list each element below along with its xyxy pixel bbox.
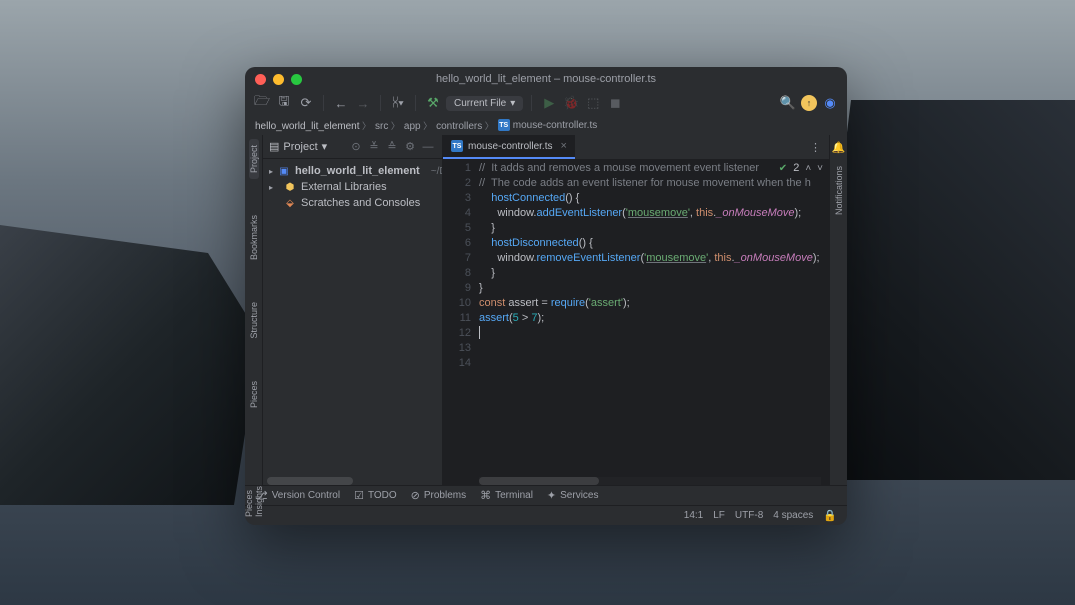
project-panel: ▤ Project ▾ ⊙ ≚ ≙ ⚙ — ▸▣ hello_world_lit… [263, 135, 443, 485]
notifications-icon[interactable]: 🔔 [832, 141, 846, 154]
right-tool-gutter: 🔔 Notifications [829, 135, 847, 485]
window-title: hello_world_lit_element – mouse-controll… [245, 73, 847, 85]
tool-structure[interactable]: Structure [249, 296, 259, 345]
tool-services[interactable]: ✦Services [547, 489, 599, 502]
run-config[interactable]: Current File ▾ [446, 96, 523, 111]
titlebar: hello_world_lit_element – mouse-controll… [245, 67, 847, 91]
prev-highlight-icon[interactable]: ˄ [805, 161, 811, 176]
inspection-count: 2 [793, 161, 799, 176]
open-icon[interactable]: 🗁 [253, 94, 271, 112]
tool-project[interactable]: Project [249, 139, 259, 179]
tool-todo[interactable]: ☑TODO [354, 489, 397, 502]
breadcrumb-item[interactable]: controllers [436, 119, 494, 132]
avatar-icon[interactable]: ◉ [821, 94, 839, 112]
breadcrumb-item[interactable]: TSmouse-controller.ts [498, 119, 597, 131]
tool-problems[interactable]: ⊘Problems [411, 489, 466, 502]
run-icon[interactable]: ▶ [540, 94, 558, 112]
save-icon[interactable]: 🖫 [275, 94, 293, 112]
check-icon: ✔ [779, 161, 787, 176]
project-panel-title[interactable]: ▤ Project ▾ [269, 140, 327, 153]
breadcrumb-item[interactable]: app [404, 119, 432, 132]
tree-root[interactable]: ▸▣ hello_world_lit_element ~/Develop... [263, 163, 442, 179]
forward-icon[interactable]: → [354, 94, 372, 112]
tab-menu-icon[interactable]: ⋮ [802, 135, 829, 159]
tool-pieces[interactable]: Pieces [249, 375, 259, 414]
file-encoding[interactable]: UTF-8 [735, 510, 763, 521]
sync-icon[interactable]: ⟳ [297, 94, 315, 112]
project-scrollbar[interactable] [267, 477, 438, 485]
tool-bookmarks[interactable]: Bookmarks [249, 209, 259, 266]
coverage-icon[interactable]: ⬚ [584, 94, 602, 112]
close-button[interactable] [255, 74, 266, 85]
back-icon[interactable]: ← [332, 94, 350, 112]
collapse-icon[interactable]: ≙ [384, 139, 400, 155]
tool-version-control[interactable]: ⎇Version Control [255, 489, 340, 502]
editor-tabs: TS mouse-controller.ts × ⋮ [443, 135, 829, 159]
tree-external-libs[interactable]: ▸⬢ External Libraries [263, 179, 442, 195]
main-toolbar: 🗁 🖫 ⟳ ← → ⩆▾ ⚒ Current File ▾ ▶ 🐞 ⬚ ◼ 🔍 … [245, 91, 847, 115]
updates-badge[interactable]: ↑ [801, 95, 817, 111]
breadcrumb-item[interactable]: src [375, 119, 400, 132]
expand-icon[interactable]: ≚ [366, 139, 382, 155]
status-bar: 14:1 LF UTF-8 4 spaces 🔒 [245, 505, 847, 525]
tool-terminal[interactable]: ⌘Terminal [480, 489, 533, 502]
breadcrumb-item[interactable]: hello_world_lit_element [255, 119, 371, 132]
line-separator[interactable]: LF [713, 510, 725, 521]
project-tree: ▸▣ hello_world_lit_element ~/Develop... … [263, 159, 442, 215]
close-tab-icon[interactable]: × [560, 140, 566, 152]
zoom-button[interactable] [291, 74, 302, 85]
breadcrumb: hello_world_lit_element src app controll… [245, 115, 847, 135]
indent-setting[interactable]: 4 spaces [773, 510, 813, 521]
cursor-position[interactable]: 14:1 [684, 510, 703, 521]
tree-scratches[interactable]: ⬙ Scratches and Consoles [263, 195, 442, 211]
select-opened-icon[interactable]: ⊙ [348, 139, 364, 155]
bottom-toolbar: ⎇Version Control ☑TODO ⊘Problems ⌘Termin… [245, 485, 847, 505]
tool-notifications[interactable]: Notifications [834, 160, 844, 221]
code-area[interactable]: 1234567891011121314 // It adds and remov… [443, 159, 829, 485]
editor: TS mouse-controller.ts × ⋮ 1234567891011… [443, 135, 829, 485]
tool-pieces-insights[interactable]: Pieces Insights [244, 480, 264, 523]
stop-icon[interactable]: ◼ [606, 94, 624, 112]
readonly-lock-icon[interactable]: 🔒 [823, 509, 837, 522]
people-icon[interactable]: ⩆▾ [389, 94, 407, 112]
settings-icon[interactable]: ⚙ [402, 139, 418, 155]
debug-icon[interactable]: 🐞 [562, 94, 580, 112]
ide-window: hello_world_lit_element – mouse-controll… [245, 67, 847, 525]
window-controls [255, 74, 302, 85]
typescript-icon: TS [451, 140, 463, 152]
tab-label: mouse-controller.ts [468, 141, 552, 152]
next-highlight-icon[interactable]: ˅ [817, 161, 823, 176]
inspection-widget[interactable]: ✔ 2 ˄ ˅ [779, 161, 823, 176]
minimize-button[interactable] [273, 74, 284, 85]
hide-panel-icon[interactable]: — [420, 139, 436, 155]
editor-scrollbar[interactable] [479, 477, 821, 485]
left-tool-gutter: Project Bookmarks Structure Pieces Piece… [245, 135, 263, 485]
search-icon[interactable]: 🔍 [779, 94, 797, 112]
code-content[interactable]: // It adds and removes a mouse movement … [479, 159, 829, 485]
editor-tab[interactable]: TS mouse-controller.ts × [443, 135, 575, 159]
wallpaper-rocks [0, 225, 260, 505]
build-icon[interactable]: ⚒ [424, 94, 442, 112]
line-gutter: 1234567891011121314 [443, 159, 479, 485]
